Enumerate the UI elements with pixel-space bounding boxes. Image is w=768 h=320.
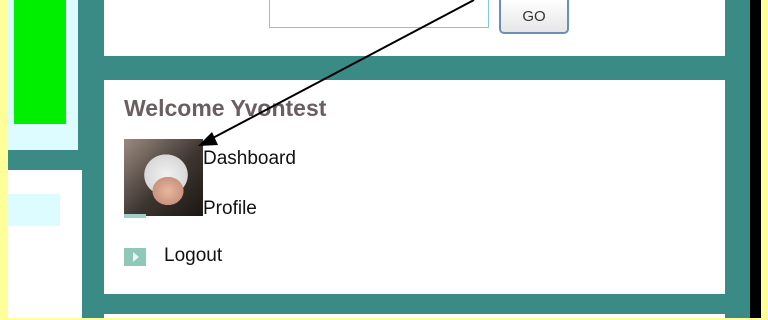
- annotation-arrow-head: [198, 132, 218, 146]
- annotation-arrow: [198, 0, 475, 146]
- annotation-arrow-line: [208, 0, 475, 141]
